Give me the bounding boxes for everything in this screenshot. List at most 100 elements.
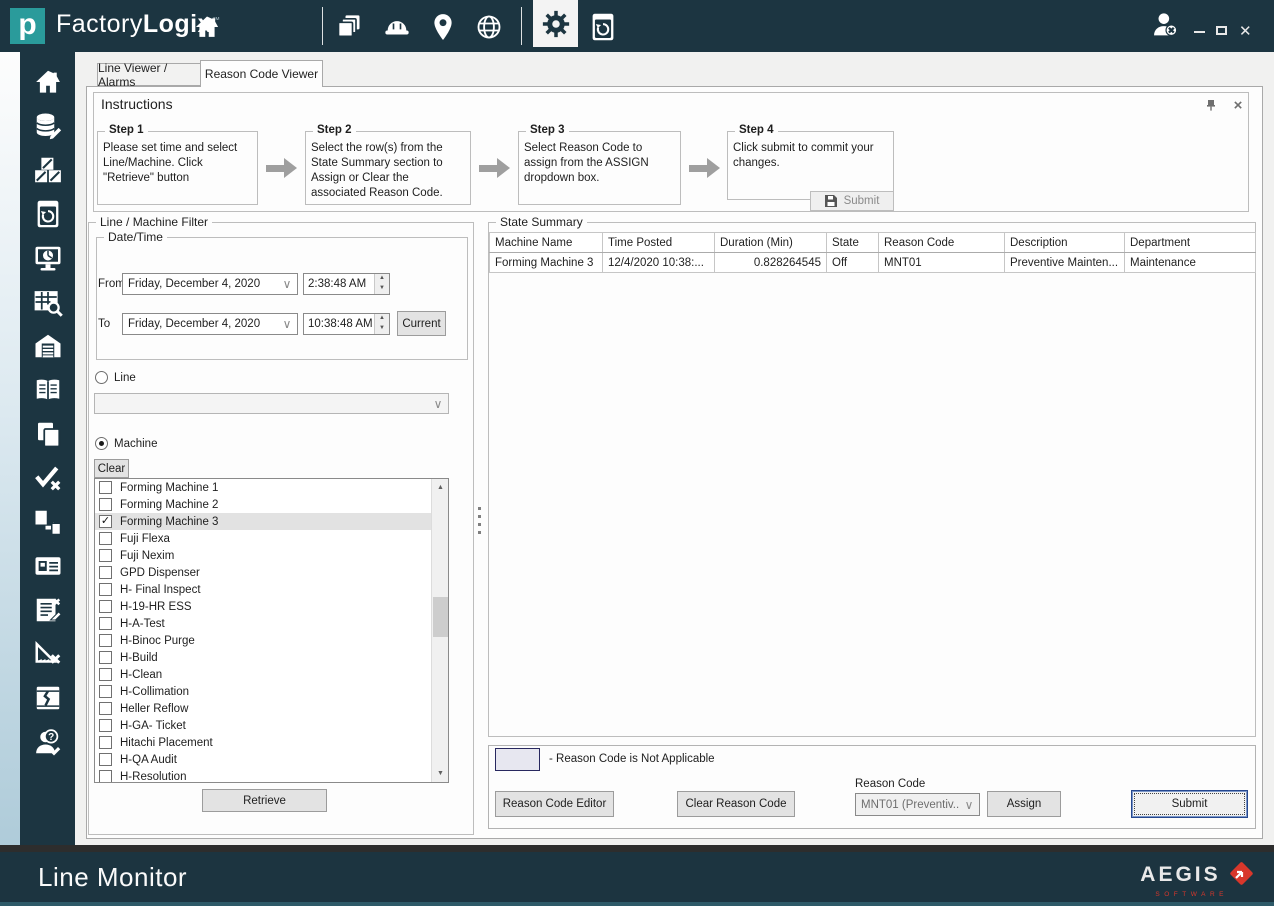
column-header[interactable]: Department: [1125, 233, 1256, 253]
chevron-down-icon[interactable]: ∨: [959, 798, 979, 812]
assign-button[interactable]: Assign: [987, 791, 1061, 817]
to-time-spinner[interactable]: 10:38:48 AM ▲▼: [303, 313, 390, 335]
machine-list-item[interactable]: Fuji Flexa: [95, 530, 432, 547]
book-icon[interactable]: [32, 374, 63, 405]
machine-list-item[interactable]: H-GA- Ticket: [95, 717, 432, 734]
retrieve-button[interactable]: Retrieve: [202, 789, 327, 812]
column-header[interactable]: Description: [1005, 233, 1125, 253]
pin-icon[interactable]: [1203, 97, 1219, 113]
column-header[interactable]: Machine Name: [490, 233, 603, 253]
check-x-icon[interactable]: [32, 462, 63, 493]
machine-list-item[interactable]: Forming Machine 3: [95, 513, 432, 530]
tab-reason-code-viewer[interactable]: Reason Code Viewer: [200, 60, 323, 87]
checkbox-icon[interactable]: [99, 498, 112, 511]
machine-list-item[interactable]: Hitachi Placement: [95, 734, 432, 751]
column-header[interactable]: Duration (Min): [715, 233, 827, 253]
checkbox-icon[interactable]: [99, 532, 112, 545]
machine-list-item[interactable]: Fuji Nexim: [95, 547, 432, 564]
clear-reason-code-button[interactable]: Clear Reason Code: [677, 791, 795, 817]
panel-splitter[interactable]: [478, 507, 481, 534]
spin-down-icon[interactable]: ▼: [375, 324, 389, 334]
globe-icon[interactable]: [474, 12, 504, 42]
machine-list-item[interactable]: GPD Dispenser: [95, 564, 432, 581]
machine-list-item[interactable]: Forming Machine 1: [95, 479, 432, 496]
checkbox-icon[interactable]: [99, 617, 112, 630]
machine-radio[interactable]: Machine: [95, 437, 157, 450]
checkbox-icon[interactable]: [99, 566, 112, 579]
checkbox-icon[interactable]: [99, 668, 112, 681]
checkbox-icon[interactable]: [99, 685, 112, 698]
column-header[interactable]: Time Posted: [603, 233, 715, 253]
machine-list-item[interactable]: H-19-HR ESS: [95, 598, 432, 615]
checkbox-icon[interactable]: [99, 736, 112, 749]
user-logout-icon[interactable]: [1150, 10, 1180, 40]
line-radio[interactable]: Line: [95, 371, 136, 384]
documents-icon[interactable]: [32, 418, 63, 449]
checkbox-icon[interactable]: [99, 600, 112, 613]
scroll-down-icon[interactable]: ▼: [432, 765, 449, 782]
chevron-down-icon[interactable]: ∨: [277, 317, 297, 331]
checklist-edit-icon[interactable]: [32, 594, 63, 625]
checkbox-icon[interactable]: [99, 481, 112, 494]
checkbox-icon[interactable]: [99, 549, 112, 562]
from-date-picker[interactable]: Friday, December 4, 2020 ∨: [122, 273, 298, 295]
spin-down-icon[interactable]: ▼: [375, 284, 389, 294]
checkbox-icon[interactable]: [99, 583, 112, 596]
chevron-down-icon[interactable]: ∨: [277, 277, 297, 291]
column-header[interactable]: State: [827, 233, 879, 253]
minimize-icon[interactable]: [1194, 31, 1205, 33]
to-date-picker[interactable]: Friday, December 4, 2020 ∨: [122, 313, 298, 335]
checkbox-icon[interactable]: [99, 719, 112, 732]
table-row[interactable]: Forming Machine 3 12/4/2020 10:38:... 0.…: [490, 253, 1256, 273]
maximize-icon[interactable]: [1216, 26, 1227, 35]
ruler-x-icon[interactable]: [32, 638, 63, 669]
close-icon[interactable]: ×: [1230, 97, 1246, 113]
home-icon[interactable]: [32, 66, 63, 97]
reason-code-select[interactable]: MNT01 (Preventiv... ∨: [855, 793, 980, 816]
checkbox-checked-icon[interactable]: [99, 515, 112, 528]
document-transfer-icon[interactable]: [32, 506, 63, 537]
line-select[interactable]: ∨: [94, 393, 449, 414]
machine-list-item[interactable]: H-Resolution: [95, 768, 432, 783]
machine-list-item[interactable]: Forming Machine 2: [95, 496, 432, 513]
device-history-icon[interactable]: [588, 12, 618, 42]
location-pin-icon[interactable]: [428, 12, 458, 42]
instructions-submit-button[interactable]: Submit: [810, 191, 894, 211]
user-question-icon[interactable]: ?: [32, 726, 63, 757]
reason-code-editor-button[interactable]: Reason Code Editor: [495, 791, 614, 817]
monitor-chart-icon[interactable]: [32, 242, 63, 273]
documents-icon[interactable]: [334, 12, 364, 42]
machine-list-item[interactable]: H-QA Audit: [95, 751, 432, 768]
checkbox-icon[interactable]: [99, 651, 112, 664]
close-icon[interactable]: ✕: [1239, 24, 1252, 39]
machine-list-item[interactable]: H-Clean: [95, 666, 432, 683]
machine-list-item[interactable]: H-Binoc Purge: [95, 632, 432, 649]
home-icon[interactable]: [192, 12, 222, 42]
clear-button[interactable]: Clear: [94, 459, 129, 478]
machine-list-item[interactable]: H- Final Inspect: [95, 581, 432, 598]
damaged-package-icon[interactable]: [32, 682, 63, 713]
column-header[interactable]: Reason Code: [879, 233, 1005, 253]
checkbox-icon[interactable]: [99, 753, 112, 766]
id-card-icon[interactable]: [32, 550, 63, 581]
tab-line-viewer-alarms[interactable]: Line Viewer / Alarms: [97, 63, 201, 86]
gear-icon[interactable]: [533, 0, 578, 47]
machine-list-item[interactable]: Heller Reflow: [95, 700, 432, 717]
machine-list-item[interactable]: H-Build: [95, 649, 432, 666]
packages-icon[interactable]: [32, 154, 63, 185]
submit-button[interactable]: Submit: [1131, 790, 1248, 818]
scrollbar-thumb[interactable]: [433, 597, 448, 637]
current-button[interactable]: Current: [397, 311, 446, 336]
warehouse-icon[interactable]: [32, 330, 63, 361]
machine-list-item[interactable]: H-A-Test: [95, 615, 432, 632]
from-time-spinner[interactable]: 2:38:48 AM ▲▼: [303, 273, 390, 295]
machine-list-scrollbar[interactable]: ▲ ▼: [431, 479, 448, 782]
spin-up-icon[interactable]: ▲: [375, 314, 389, 324]
device-history-icon[interactable]: [32, 198, 63, 229]
checkbox-icon[interactable]: [99, 770, 112, 783]
database-edit-icon[interactable]: [32, 110, 63, 141]
hardhat-icon[interactable]: [382, 12, 412, 42]
table-search-icon[interactable]: [32, 286, 63, 317]
scroll-up-icon[interactable]: ▲: [432, 479, 449, 496]
checkbox-icon[interactable]: [99, 702, 112, 715]
